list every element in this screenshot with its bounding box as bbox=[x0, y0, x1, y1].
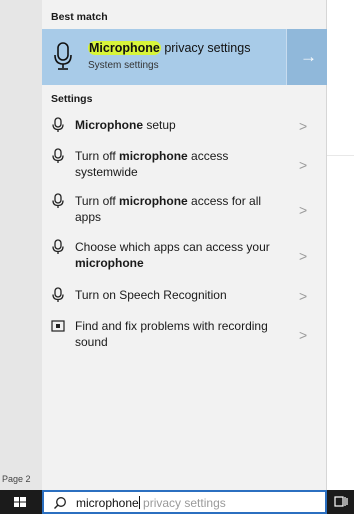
search-input[interactable]: microphone privacy settings bbox=[76, 496, 226, 510]
microphone-icon bbox=[51, 117, 65, 133]
microphone-icon bbox=[51, 193, 65, 209]
settings-result-label: Choose which apps can access your microp… bbox=[75, 240, 270, 270]
best-match-header: Best match bbox=[51, 11, 108, 23]
open-details-button[interactable]: → bbox=[286, 29, 327, 85]
microphone-icon bbox=[51, 239, 65, 255]
page-number-label: Page 2 bbox=[2, 474, 31, 484]
chevron-right-icon: > bbox=[299, 202, 308, 218]
settings-result-label: Turn off microphone access for all apps bbox=[75, 194, 262, 224]
settings-result-label: Turn on Speech Recognition bbox=[75, 288, 227, 302]
taskbar-search-box[interactable]: microphone privacy settings bbox=[42, 490, 327, 514]
chevron-right-icon: > bbox=[299, 157, 308, 173]
start-button[interactable] bbox=[0, 490, 42, 514]
chevron-right-icon: > bbox=[299, 327, 308, 343]
best-match-title: Microphone privacy settings bbox=[88, 41, 250, 55]
task-view-icon[interactable] bbox=[334, 495, 348, 509]
best-match-result[interactable]: Microphone privacy settings System setti… bbox=[42, 29, 327, 85]
chevron-right-icon: > bbox=[299, 118, 308, 134]
search-suggestion-text: privacy settings bbox=[139, 496, 226, 510]
search-query-text: microphone bbox=[76, 496, 139, 510]
highlighted-term: Microphone bbox=[88, 41, 161, 55]
troubleshoot-icon bbox=[51, 318, 65, 334]
microphone-icon bbox=[51, 148, 65, 164]
background-divider bbox=[327, 155, 354, 156]
settings-result-label: Microphone setup bbox=[75, 118, 176, 132]
microphone-icon bbox=[54, 42, 72, 70]
chevron-right-icon: > bbox=[299, 248, 308, 264]
best-match-title-rest: privacy settings bbox=[160, 41, 251, 55]
background-document-area bbox=[0, 0, 42, 490]
settings-result-label: Turn off microphone access systemwide bbox=[75, 149, 229, 179]
search-icon bbox=[54, 497, 66, 509]
search-results-panel: Best match Microphone privacy settings S… bbox=[42, 0, 327, 490]
chevron-right-icon: > bbox=[299, 288, 308, 304]
settings-result-label: Find and fix problems with recording sou… bbox=[75, 319, 268, 349]
windows-logo-icon bbox=[14, 497, 26, 507]
settings-header: Settings bbox=[51, 93, 93, 105]
best-match-subtitle: System settings bbox=[88, 60, 159, 71]
arrow-right-icon: → bbox=[300, 47, 317, 66]
background-right-area bbox=[327, 0, 354, 490]
microphone-icon bbox=[51, 287, 65, 303]
